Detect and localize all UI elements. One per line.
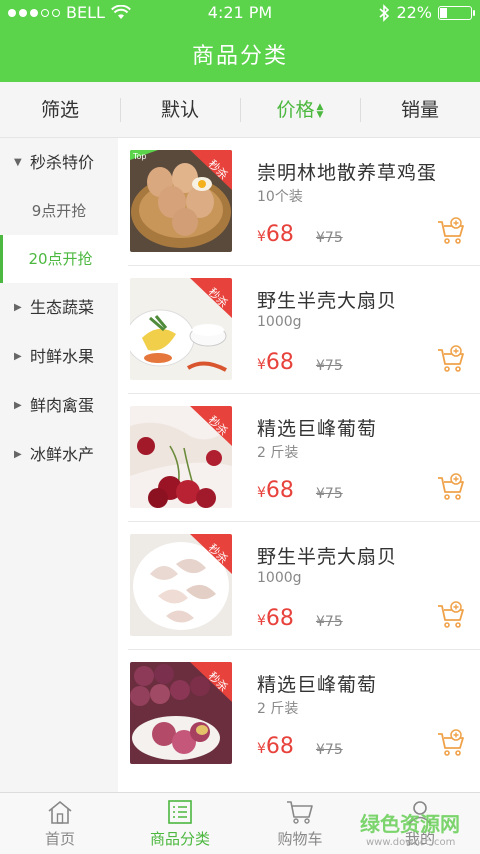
tab-cart[interactable]: 购物车 [240, 793, 360, 854]
product-spec: 10个装 [257, 189, 303, 205]
add-to-cart-icon[interactable] [436, 728, 466, 758]
caret-right-icon: ▶ [14, 400, 22, 411]
sidebar-subitem-9am[interactable]: 9点开抢 [0, 187, 118, 235]
bluetooth-icon [379, 4, 390, 22]
add-to-cart-icon[interactable] [436, 600, 466, 630]
product-price: ¥68 [257, 350, 294, 375]
product-price: ¥68 [257, 222, 294, 247]
sidebar-item-seafood[interactable]: ▶ 冰鲜水产 [0, 430, 118, 479]
svg-text:Top: Top [132, 152, 147, 161]
sort-updown-icon: ▲ ▼ [316, 101, 324, 120]
product-spec: 2 斤装 [257, 445, 299, 461]
tab-profile[interactable]: 我的 [360, 793, 480, 854]
caret-down-icon: ▼ [14, 157, 22, 168]
filter-bar: 筛选 默认 价格 ▲ ▼ 销量 [0, 82, 480, 138]
list-icon [168, 800, 192, 824]
sidebar-item-flash-sale[interactable]: ▼ 秒杀特价 [0, 138, 118, 187]
caret-right-icon: ▶ [14, 449, 22, 460]
caret-right-icon: ▶ [14, 302, 22, 313]
product-price: ¥68 [257, 606, 294, 631]
battery-percent: 22% [396, 3, 432, 22]
product-card[interactable]: Top 秒杀 崇明林地散养草鸡蛋 10个装 ¥68 ¥75 [118, 138, 480, 266]
filter-tab-price[interactable]: 价格 ▲ ▼ [240, 82, 360, 137]
add-to-cart-icon[interactable] [436, 344, 466, 374]
category-sidebar: ▼ 秒杀特价 9点开抢 20点开抢 ▶ 生态蔬菜 ▶ 时鲜水果 ▶ 鲜肉禽蛋 ▶… [0, 138, 118, 792]
scallop-dish-image: 秒杀 [130, 278, 232, 380]
product-price: ¥68 [257, 734, 294, 759]
filter-tab-default[interactable]: 默认 [120, 82, 240, 137]
product-spec: 1000g [257, 314, 302, 330]
cart-icon [287, 801, 313, 824]
cherries-image: 秒杀 [130, 406, 232, 508]
product-old-price: ¥75 [316, 614, 343, 630]
grapes-image: 秒杀 [130, 662, 232, 764]
eggs-image: Top 秒杀 [130, 150, 232, 252]
product-old-price: ¥75 [316, 486, 343, 502]
product-name: 崇明林地散养草鸡蛋 [257, 162, 438, 184]
page-title: 商品分类 [191, 44, 288, 69]
filter-tab-sales[interactable]: 销量 [360, 82, 480, 137]
sidebar-item-fruits[interactable]: ▶ 时鲜水果 [0, 332, 118, 381]
product-card[interactable]: 秒杀 精选巨峰葡萄 2 斤装 ¥68 ¥75 [118, 650, 480, 778]
sidebar-subitem-8pm[interactable]: 20点开抢 [0, 235, 118, 283]
sidebar-item-meat-eggs[interactable]: ▶ 鲜肉禽蛋 [0, 381, 118, 430]
battery-icon [438, 6, 475, 20]
product-old-price: ¥75 [316, 358, 343, 374]
status-bar: BELL 4:21 PM 22% [0, 0, 480, 26]
product-name: 野生半壳大扇贝 [257, 546, 398, 568]
add-to-cart-icon[interactable] [436, 472, 466, 502]
product-price: ¥68 [257, 478, 294, 503]
product-spec: 1000g [257, 570, 302, 586]
bottom-tab-bar: 首页 商品分类 购物车 我的 绿色资源网 www.downcc.com [0, 792, 480, 854]
app-header: BELL 4:21 PM 22% 商品分类 [0, 0, 480, 82]
product-old-price: ¥75 [316, 230, 343, 246]
product-spec: 2 斤装 [257, 701, 299, 717]
filter-tab-filter[interactable]: 筛选 [0, 82, 120, 137]
product-card[interactable]: 秒杀 野生半壳大扇贝 1000g ¥68 ¥75 [118, 266, 480, 394]
home-icon [48, 800, 72, 824]
product-old-price: ¥75 [316, 742, 343, 758]
product-name: 精选巨峰葡萄 [257, 674, 378, 696]
product-card[interactable]: 秒杀 精选巨峰葡萄 2 斤装 ¥68 ¥75 [118, 394, 480, 522]
sidebar-item-vegetables[interactable]: ▶ 生态蔬菜 [0, 283, 118, 332]
product-name: 精选巨峰葡萄 [257, 418, 378, 440]
caret-right-icon: ▶ [14, 351, 22, 362]
product-card[interactable]: 秒杀 野生半壳大扇贝 1000g ¥68 ¥75 [118, 522, 480, 650]
tab-categories[interactable]: 商品分类 [120, 793, 240, 854]
user-icon [408, 801, 432, 825]
tab-home[interactable]: 首页 [0, 793, 120, 854]
add-to-cart-icon[interactable] [436, 216, 466, 246]
product-list: Top 秒杀 崇明林地散养草鸡蛋 10个装 ¥68 ¥75 秒杀 野生半壳大扇贝… [118, 138, 480, 792]
shrimp-image: 秒杀 [130, 534, 232, 636]
product-name: 野生半壳大扇贝 [257, 290, 398, 312]
